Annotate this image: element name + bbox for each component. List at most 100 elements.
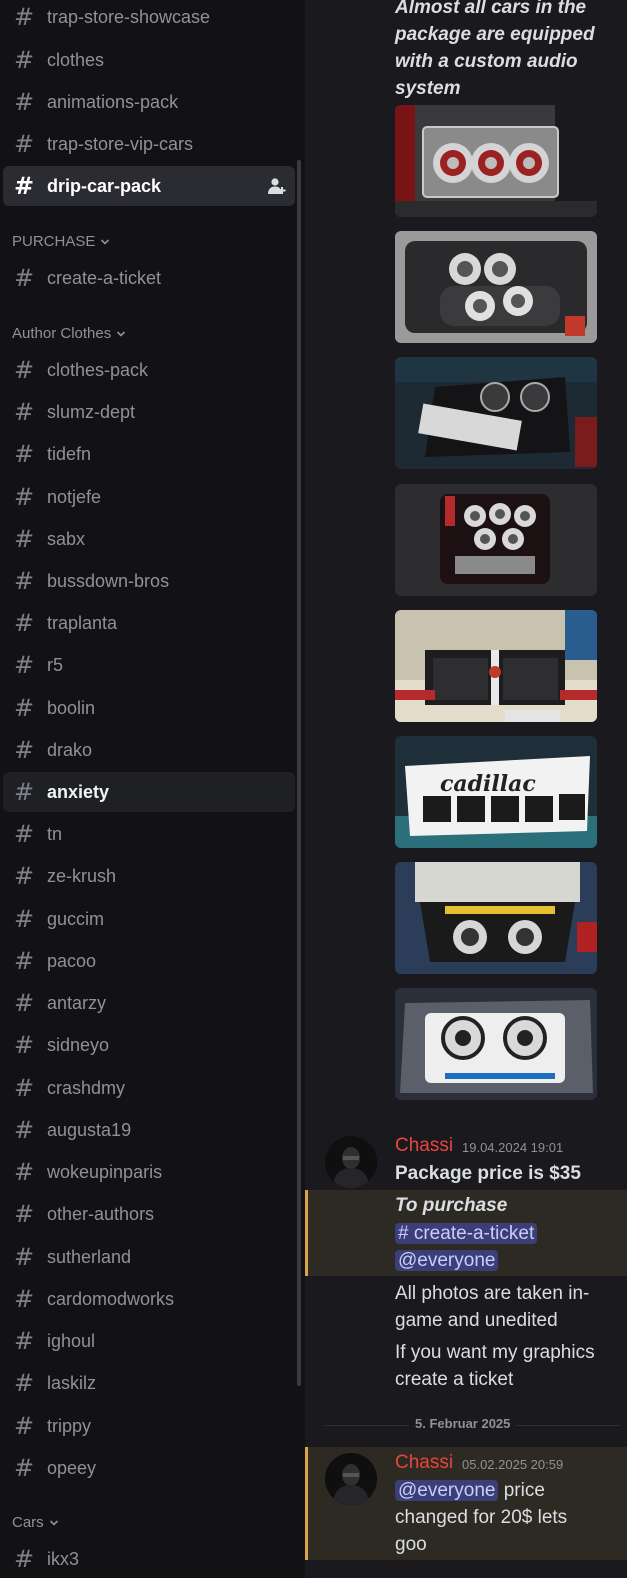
hash-icon: #	[13, 1327, 35, 1355]
intro-text: Almost all cars in the package are equip…	[395, 0, 595, 99]
avatar-image	[325, 1136, 377, 1188]
date-divider: 5. Februar 2025	[409, 1416, 517, 1431]
avatar[interactable]	[325, 1453, 377, 1505]
trunk-white-subwoofer-box-image	[395, 988, 597, 1100]
hash-icon: #	[13, 440, 35, 468]
channel-name: anxiety	[47, 781, 110, 802]
channel-name: wokeupinparis	[47, 1161, 163, 1182]
channel-pacoo[interactable]: # pacoo	[3, 941, 295, 981]
channel-cardomodworks[interactable]: # cardomodworks	[3, 1279, 295, 1319]
channel-ikx3[interactable]: # ikx3	[3, 1539, 295, 1578]
channel-name: other-authors	[47, 1203, 155, 1224]
channel-animations-pack[interactable]: # animations-pack	[3, 82, 295, 122]
channel-name: ikx3	[47, 1548, 80, 1569]
message-to-purchase: To purchase	[395, 1195, 508, 1216]
channel-drako[interactable]: # drako	[3, 730, 295, 770]
everyone-mention[interactable]: @everyone	[395, 1480, 499, 1501]
category-purchase[interactable]: PURCHASE	[12, 233, 110, 250]
channel-create-a-ticket[interactable]: # create-a-ticket	[3, 258, 295, 298]
hash-icon: #	[13, 947, 35, 975]
channel-tidefn[interactable]: # tidefn	[3, 434, 295, 474]
channel-opeey[interactable]: # opeey	[3, 1448, 295, 1488]
channel-bussdown-bros[interactable]: # bussdown-bros	[3, 561, 295, 601]
hash-icon: #	[13, 567, 35, 595]
channel-antarzy[interactable]: # antarzy	[3, 983, 295, 1023]
channel-ze-krush[interactable]: # ze-krush	[3, 856, 295, 896]
channel-mention[interactable]: # create-a-ticket	[395, 1223, 538, 1244]
category-cars[interactable]: Cars	[12, 1514, 59, 1531]
channel-name: boolin	[47, 697, 96, 718]
channel-slumz-dept[interactable]: # slumz-dept	[3, 392, 295, 432]
hash-icon: #	[13, 862, 35, 890]
hash-icon: #	[13, 3, 35, 31]
channel-trap-store-vip-cars[interactable]: # trap-store-vip-cars	[3, 124, 295, 164]
channel-name: augusta19	[47, 1119, 132, 1140]
attachment-image[interactable]	[395, 357, 597, 469]
channel-notjefe[interactable]: # notjefe	[3, 477, 295, 517]
hash-icon: #	[13, 356, 35, 384]
channel-sidneyo[interactable]: # sidneyo	[3, 1025, 295, 1065]
chevron-down-icon	[101, 238, 110, 245]
channel-name: traplanta	[47, 612, 118, 633]
channel-name: notjefe	[47, 486, 102, 507]
hash-icon: #	[13, 1074, 35, 1102]
hash-icon: #	[13, 989, 35, 1017]
channel-clothes[interactable]: # clothes	[3, 40, 295, 80]
hash-icon: #	[13, 1545, 35, 1573]
channel-traplanta[interactable]: # traplanta	[3, 603, 295, 643]
channel-anxiety[interactable]: # anxiety	[3, 772, 295, 812]
sidebar-scrollbar[interactable]	[297, 160, 301, 1386]
hash-icon: #	[13, 46, 35, 74]
avatar[interactable]	[325, 1136, 377, 1188]
channel-name: slumz-dept	[47, 401, 136, 422]
channel-trap-store-showcase[interactable]: # trap-store-showcase	[3, 0, 295, 37]
attachment-image[interactable]	[395, 105, 597, 217]
channel-r5[interactable]: # r5	[3, 645, 295, 685]
channel-sutherland[interactable]: # sutherland	[3, 1237, 295, 1277]
hash-icon: #	[13, 398, 35, 426]
channel-ighoul[interactable]: # ighoul	[3, 1321, 295, 1361]
hash-icon: #	[13, 1158, 35, 1186]
hash-icon: #	[13, 1243, 35, 1271]
attachment-image[interactable]	[395, 862, 597, 974]
channel-name: create-a-ticket	[47, 267, 162, 288]
channel-laskilz[interactable]: # laskilz	[3, 1363, 295, 1403]
hash-icon: #	[13, 609, 35, 637]
channel-augusta19[interactable]: # augusta19	[3, 1110, 295, 1150]
attachment-image[interactable]: cadillac	[395, 736, 597, 848]
everyone-mention[interactable]: @everyone	[395, 1250, 499, 1271]
hash-icon: #	[13, 1031, 35, 1059]
add-member-icon[interactable]	[267, 176, 287, 196]
channel-drip-car-pack[interactable]: # drip-car-pack	[3, 166, 295, 206]
channel-tn[interactable]: # tn	[3, 814, 295, 854]
channel-wokeupinparis[interactable]: # wokeupinparis	[3, 1152, 295, 1192]
channel-crashdmy[interactable]: # crashdmy	[3, 1068, 295, 1108]
channel-other-authors[interactable]: # other-authors	[3, 1194, 295, 1234]
message-author[interactable]: Chassi	[395, 1135, 453, 1157]
category-label: Author Clothes	[12, 325, 112, 342]
attachment-image[interactable]	[395, 610, 597, 722]
channel-sidebar: # trap-store-showcase # clothes # animat…	[0, 0, 305, 1578]
svg-text:cadillac: cadillac	[440, 771, 536, 797]
cadillac-four-subwoofers-image: cadillac	[395, 736, 597, 848]
attachment-image[interactable]	[395, 484, 597, 596]
channel-clothes-pack[interactable]: # clothes-pack	[3, 350, 295, 390]
channel-name: trap-store-vip-cars	[47, 133, 194, 154]
sidebar-scrollbar-thumb[interactable]	[297, 160, 301, 1386]
channel-sabx[interactable]: # sabx	[3, 519, 295, 559]
channel-trippy[interactable]: # trippy	[3, 1406, 295, 1446]
channel-boolin[interactable]: # boolin	[3, 688, 295, 728]
channel-name: ze-krush	[47, 865, 117, 886]
hash-icon: #	[13, 778, 35, 806]
channel-name: trippy	[47, 1415, 92, 1436]
hash-icon: #	[13, 694, 35, 722]
channel-name: guccim	[47, 908, 105, 929]
hash-icon: #	[13, 1285, 35, 1313]
hash-icon: #	[13, 525, 35, 553]
category-author-clothes[interactable]: Author Clothes	[12, 325, 126, 342]
channel-name: r5	[47, 654, 64, 675]
message-author[interactable]: Chassi	[395, 1452, 453, 1474]
attachment-image[interactable]	[395, 231, 597, 343]
attachment-image[interactable]	[395, 988, 597, 1100]
channel-guccim[interactable]: # guccim	[3, 899, 295, 939]
